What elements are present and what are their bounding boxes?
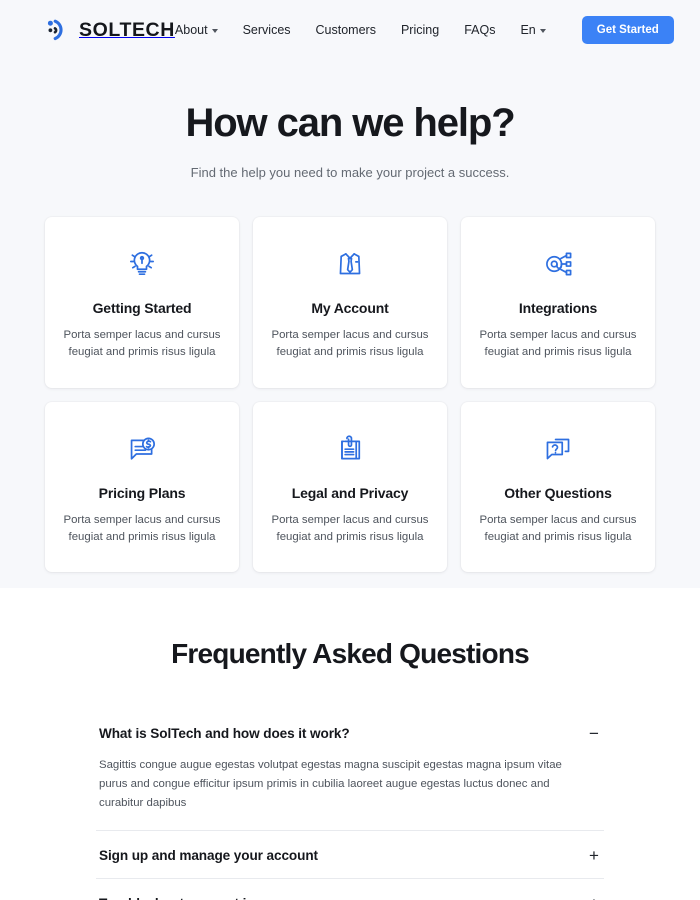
at-network-icon — [477, 244, 639, 284]
help-card-title: Other Questions — [504, 484, 612, 501]
faq-expand-icon[interactable]: + — [587, 895, 601, 900]
help-card-title: My Account — [311, 300, 389, 316]
soltech-logo-icon — [47, 19, 63, 41]
nav-item-customers-label: Customers — [315, 23, 376, 37]
document-clip-icon — [269, 429, 431, 469]
language-selector-label: En — [520, 23, 536, 37]
help-card-integrations[interactable]: Integrations Porta semper lacus and curs… — [461, 217, 655, 388]
nav-item-services-label: Services — [242, 23, 291, 37]
faq-question-row[interactable]: What is SolTech and how does it work? − — [96, 709, 604, 756]
page-subtitle: Find the help you need to make your proj… — [190, 165, 510, 180]
nav-links: About Services Customers Pricing FAQs En… — [175, 16, 674, 44]
help-card-desc-line2: feugiat and primis risus ligula — [484, 530, 632, 543]
help-card-description: Porta semper lacus and cursus feugiat an… — [477, 327, 639, 362]
chat-dollar-icon — [61, 429, 223, 469]
chevron-down-icon — [211, 29, 218, 33]
chevron-down-icon — [539, 29, 546, 33]
faq-question-row[interactable]: Sign up and manage your account + — [96, 831, 604, 878]
help-card-description: Porta semper lacus and cursus feugiat an… — [61, 512, 223, 547]
faq-heading: Frequently Asked Questions — [171, 638, 530, 670]
help-card-title: Legal and Privacy — [291, 484, 409, 501]
language-selector[interactable]: En — [520, 23, 546, 37]
help-card-title: Integrations — [518, 300, 598, 316]
nav-item-customers[interactable]: Customers — [316, 23, 376, 37]
get-started-button[interactable]: Get Started — [581, 16, 674, 44]
help-card-desc-line1: Porta semper lacus and cursus — [63, 513, 221, 526]
shirt-tie-icon — [269, 244, 431, 284]
help-card-desc-line1: Porta semper lacus and cursus — [271, 329, 429, 341]
help-card-desc-line1: Porta semper lacus and cursus — [479, 513, 637, 526]
help-card-description: Porta semper lacus and cursus feugiat an… — [477, 512, 639, 547]
faq-item: Troubleshoot account issues + — [96, 877, 604, 900]
nav-item-faqs[interactable]: FAQs — [464, 23, 495, 37]
help-card-desc-line1: Porta semper lacus and cursus — [63, 329, 221, 341]
nav-item-about[interactable]: About — [175, 23, 218, 37]
help-card-description: Porta semper lacus and cursus feugiat an… — [269, 327, 431, 362]
navbar: SOLTECH About Services Customers Pricing… — [0, 0, 700, 60]
faq-question: Sign up and manage your account — [99, 847, 318, 863]
help-card-getting-started[interactable]: Getting Started Porta semper lacus and c… — [45, 217, 239, 388]
help-card-desc-line1: Porta semper lacus and cursus — [271, 513, 429, 526]
help-card-legal-and-privacy[interactable]: Legal and Privacy Porta semper lacus and… — [253, 401, 447, 573]
faq-question: What is SolTech and how does it work? — [99, 726, 350, 742]
help-card-title: Getting Started — [92, 300, 192, 316]
brand-logo[interactable]: SOLTECH — [44, 17, 175, 43]
help-card-desc-line1: Porta semper lacus and cursus — [479, 329, 637, 341]
help-card-desc-line2: feugiat and primis risus ligula — [484, 346, 632, 359]
faq-expand-icon[interactable]: + — [587, 847, 601, 864]
faq-collapse-icon[interactable]: − — [587, 725, 601, 742]
faq-answer: Sagittis congue augue egestas volutpat e… — [99, 759, 562, 809]
faq-question-row[interactable]: Troubleshoot account issues + — [96, 879, 604, 900]
help-card-description: Porta semper lacus and cursus feugiat an… — [61, 327, 223, 362]
help-card-desc-line2: feugiat and primis risus ligula — [276, 530, 424, 543]
faq-list: What is SolTech and how does it work? − … — [96, 709, 604, 900]
page-title: How can we help? — [185, 101, 515, 145]
nav-item-faqs-label: FAQs — [464, 23, 496, 37]
help-card-desc-line2: feugiat and primis risus ligula — [276, 346, 424, 359]
nav-item-pricing[interactable]: Pricing — [401, 23, 439, 37]
nav-item-about-label: About — [174, 23, 208, 37]
hero-band: SOLTECH About Services Customers Pricing… — [0, 0, 700, 589]
help-card-title: Pricing Plans — [98, 484, 186, 501]
faq-item: What is SolTech and how does it work? − … — [96, 709, 604, 829]
help-card-desc-line2: feugiat and primis risus ligula — [68, 530, 216, 543]
help-card-my-account[interactable]: My Account Porta semper lacus and cursus… — [253, 217, 447, 388]
help-topics-section: Getting Started Porta semper lacus and c… — [0, 180, 700, 573]
nav-item-pricing-label: Pricing — [400, 23, 440, 37]
help-card-desc-line2: feugiat and primis risus ligula — [68, 346, 216, 359]
brand-name: SOLTECH — [79, 18, 175, 41]
help-card-other-questions[interactable]: Other Questions Porta semper lacus and c… — [461, 401, 655, 573]
help-card-description: Porta semper lacus and cursus feugiat an… — [269, 512, 431, 547]
help-topics-grid: Getting Started Porta semper lacus and c… — [45, 217, 655, 573]
faq-question: Troubleshoot account issues — [99, 896, 284, 900]
lightbulb-icon — [61, 244, 223, 284]
grid-bottom-spacer — [0, 572, 700, 587]
faq-section: Frequently Asked Questions What is SolTe… — [0, 588, 700, 900]
nav-item-services[interactable]: Services — [243, 23, 291, 37]
question-bubbles-icon — [477, 429, 639, 469]
faq-item: Sign up and manage your account + — [96, 829, 604, 878]
hero-section: How can we help? Find the help you need … — [0, 60, 700, 180]
help-card-pricing-plans[interactable]: Pricing Plans Porta semper lacus and cur… — [45, 401, 239, 573]
